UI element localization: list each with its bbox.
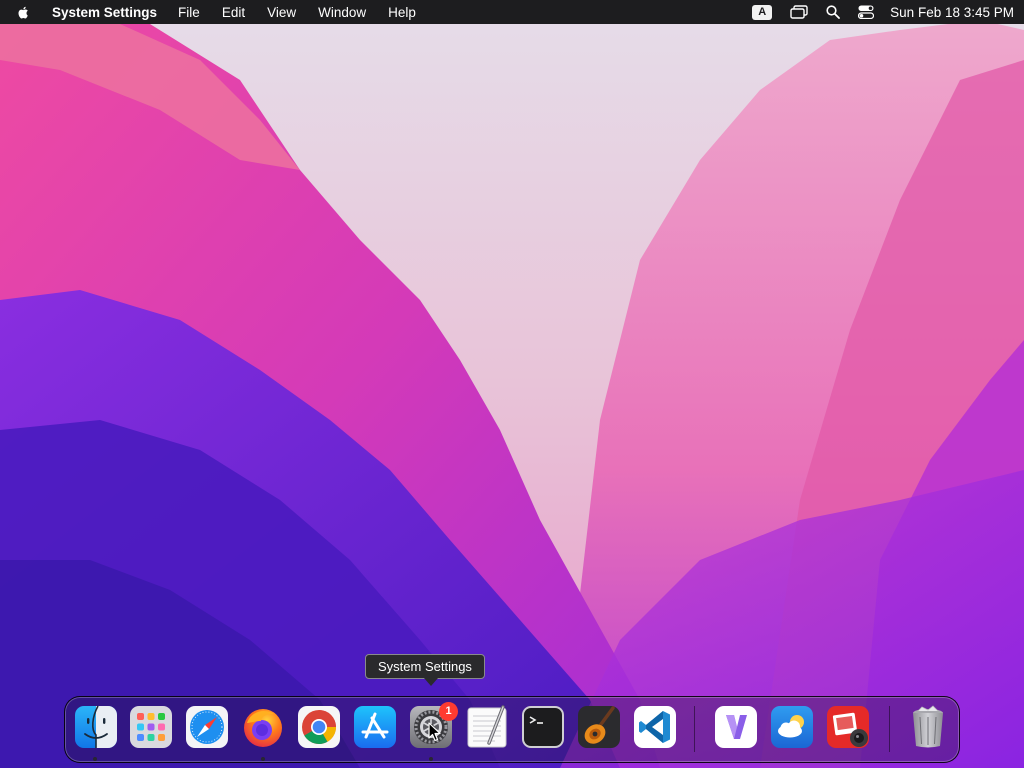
dock-item-terminal[interactable] [521,705,565,749]
running-indicator-finder [93,757,97,761]
safari-icon [186,706,228,748]
dock-item-trash[interactable] [906,705,950,749]
photo-booth-icon [827,706,869,748]
launchpad-icon [130,706,172,748]
dock-item-garageband[interactable] [577,705,621,749]
running-indicator-system-settings [429,757,433,761]
dock-item-weather[interactable] [770,705,814,749]
app-store-icon [354,706,396,748]
garageband-icon [578,706,620,748]
screen-mirroring-icon[interactable] [790,0,808,24]
search-icon[interactable] [826,0,841,24]
menu-edit[interactable]: Edit [222,5,245,20]
vscode-icon [634,706,676,748]
dock-item-photo-booth[interactable] [826,705,870,749]
menu-clock[interactable]: Sun Feb 18 3:45 PM [890,5,1014,20]
textedit-icon [467,705,507,748]
running-indicator-firefox [261,757,265,761]
dock-item-vscode[interactable] [633,705,677,749]
dock-item-visual-studio[interactable] [714,705,758,749]
terminal-icon [522,706,564,748]
apple-icon[interactable] [16,4,32,20]
finder-icon [75,705,117,748]
menu-view[interactable]: View [267,5,296,20]
dock-divider [694,706,695,752]
weather-icon [771,706,813,748]
dock-item-safari[interactable] [185,705,229,749]
menu-bar: System Settings File Edit View Window He… [0,0,1024,24]
menu-app-name[interactable]: System Settings [52,5,157,20]
visual-studio-icon [715,706,757,748]
dock-tooltip-arrow [424,678,438,686]
dock-tooltip: System Settings [365,654,485,679]
input-source-label: A [752,4,773,20]
notification-badge: 1 [439,702,458,721]
dock-item-app-store[interactable] [353,705,397,749]
trash-icon [913,705,943,748]
keyboard-input-icon[interactable]: A [752,0,773,24]
chrome-icon [298,706,340,748]
menu-window[interactable]: Window [318,5,366,20]
dock-item-launchpad[interactable] [129,705,173,749]
firefox-icon [244,709,282,747]
control-center-icon[interactable] [858,0,875,24]
dock-item-finder[interactable] [74,705,118,749]
wallpaper [0,0,1024,768]
menu-file[interactable]: File [178,5,200,20]
dock-item-chrome[interactable] [297,705,341,749]
dock-item-firefox[interactable] [241,705,285,749]
dock-divider [889,706,890,752]
desktop: System Settings File Edit View Window He… [0,0,1024,768]
menu-help[interactable]: Help [388,5,416,20]
mouse-cursor-icon [428,722,441,742]
dock-item-textedit[interactable] [465,705,509,749]
